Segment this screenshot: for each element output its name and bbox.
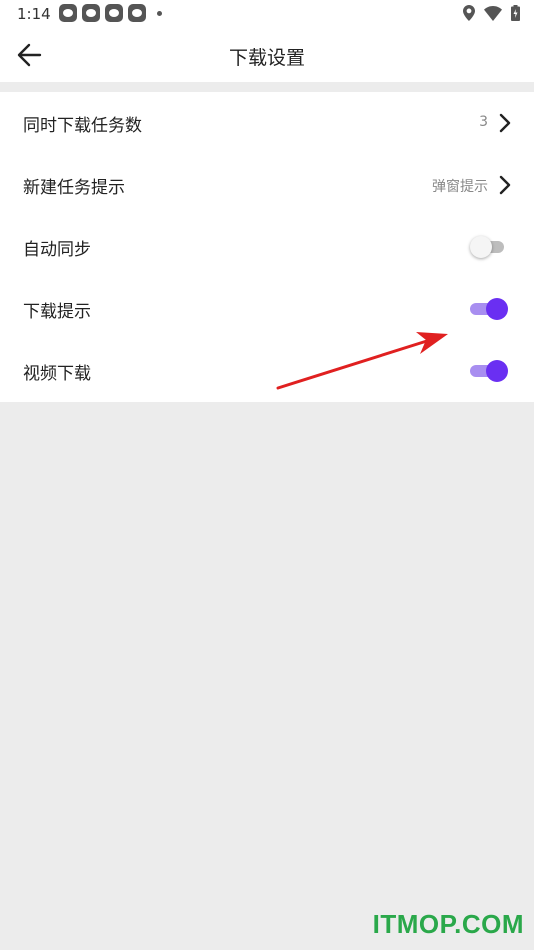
- setting-label: 新建任务提示: [23, 178, 125, 198]
- setting-label: 同时下载任务数: [23, 116, 142, 136]
- setting-video-download: 视频下载: [0, 340, 534, 402]
- toggle-thumb: [470, 236, 492, 258]
- app-notification-icon: [82, 4, 100, 22]
- settings-list: 同时下载任务数 3 新建任务提示 弹窗提示 自动同步 下载提示 视频下载: [0, 92, 534, 402]
- app-notification-icon: [128, 4, 146, 22]
- app-bar: 下载设置: [0, 28, 534, 82]
- chevron-right-icon: [499, 113, 511, 133]
- setting-auto-sync: 自动同步: [0, 216, 534, 278]
- setting-label: 自动同步: [23, 240, 91, 260]
- setting-new-task-prompt[interactable]: 新建任务提示 弹窗提示: [0, 154, 534, 216]
- download-notification-toggle[interactable]: [470, 298, 508, 320]
- setting-label: 下载提示: [23, 302, 91, 322]
- setting-label: 视频下载: [23, 364, 91, 384]
- app-notification-icon: [105, 4, 123, 22]
- setting-value: 3: [479, 114, 488, 130]
- system-icons: [463, 5, 520, 21]
- notification-icons: [59, 4, 162, 22]
- wifi-icon: [484, 5, 502, 21]
- more-notifications-dot-icon: [157, 10, 162, 16]
- toggle-thumb: [486, 298, 508, 320]
- setting-concurrent-downloads[interactable]: 同时下载任务数 3: [0, 92, 534, 154]
- status-time: 1:14: [17, 5, 51, 23]
- watermark-logo: ITMOP.COM: [372, 909, 524, 939]
- battery-icon: [511, 5, 520, 21]
- video-download-toggle[interactable]: [470, 360, 508, 382]
- app-notification-icon: [59, 4, 77, 22]
- location-icon: [463, 5, 475, 21]
- setting-download-notification: 下载提示: [0, 278, 534, 340]
- setting-value: 弹窗提示: [432, 179, 488, 195]
- page-title: 下载设置: [228, 47, 305, 69]
- status-bar: 1:14: [0, 0, 534, 28]
- toggle-thumb: [486, 360, 508, 382]
- auto-sync-toggle[interactable]: [470, 236, 508, 258]
- chevron-right-icon: [499, 175, 511, 195]
